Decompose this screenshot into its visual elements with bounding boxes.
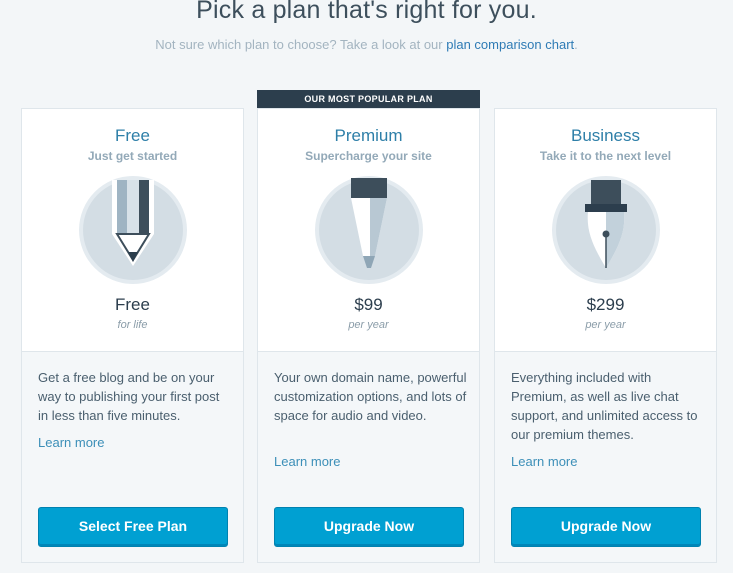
plan-price: Free bbox=[115, 295, 150, 314]
plan-tagline: Just get started bbox=[87, 149, 178, 163]
plan-price: $99 bbox=[354, 295, 383, 314]
plan-name: Business bbox=[571, 126, 640, 145]
plan-description: Get a free blog and be on your way to pu… bbox=[38, 370, 220, 423]
learn-more-link[interactable]: Learn more bbox=[38, 435, 104, 450]
plan-card-business: Business Take it to the next level $299 … bbox=[494, 108, 717, 563]
plan-tagline: Supercharge your site bbox=[305, 149, 432, 163]
page-subtitle: Not sure which plan to choose? Take a lo… bbox=[0, 37, 733, 52]
popular-plan-badge: OUR MOST POPULAR PLAN bbox=[257, 90, 480, 108]
plan-name: Premium bbox=[334, 126, 403, 145]
fountain-pen-icon bbox=[552, 176, 660, 284]
upgrade-premium-button[interactable]: Upgrade Now bbox=[274, 507, 464, 547]
plan-period: per year bbox=[348, 319, 389, 331]
page-title: Pick a plan that's right for you. bbox=[196, 0, 537, 24]
plan-comparison-link[interactable]: plan comparison chart bbox=[446, 37, 574, 52]
subtitle-period: . bbox=[574, 37, 578, 52]
select-free-plan-button[interactable]: Select Free Plan bbox=[38, 507, 228, 547]
subtitle-text: Not sure which plan to choose? Take a lo… bbox=[155, 37, 447, 52]
plan-price: $299 bbox=[586, 295, 625, 314]
plan-card-header: Premium Supercharge your site $99 per ye… bbox=[258, 109, 479, 352]
plan-description: Everything included with Premium, as wel… bbox=[511, 370, 698, 442]
plan-card-header: Free Just get started Free for life bbox=[22, 109, 243, 352]
plan-tagline: Take it to the next level bbox=[539, 149, 672, 163]
plan-name: Free bbox=[115, 126, 150, 145]
plan-card-free: Free Just get started Free for life Get … bbox=[21, 108, 244, 563]
plan-period: per year bbox=[585, 319, 626, 331]
upgrade-business-button[interactable]: Upgrade Now bbox=[511, 507, 701, 547]
plan-card-header: Business Take it to the next level $299 … bbox=[495, 109, 716, 352]
plan-description: Your own domain name, powerful customiza… bbox=[274, 370, 467, 423]
marker-icon bbox=[315, 176, 423, 284]
plan-card-premium: Premium Supercharge your site $99 per ye… bbox=[257, 108, 480, 563]
learn-more-link[interactable]: Learn more bbox=[511, 454, 577, 469]
learn-more-link[interactable]: Learn more bbox=[274, 454, 340, 469]
pencil-icon bbox=[79, 176, 187, 284]
plan-period: for life bbox=[117, 319, 148, 331]
